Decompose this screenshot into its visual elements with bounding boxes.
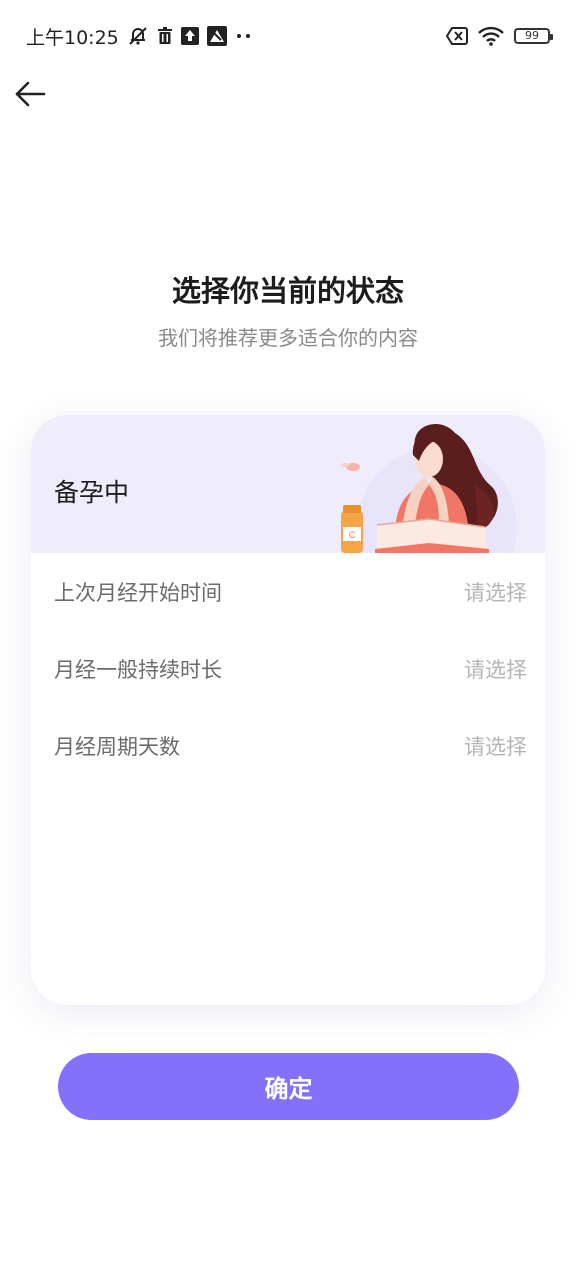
app-notification-icon [206,26,227,46]
status-bar-right: 99 [446,26,553,46]
field-value: 请选择 [464,734,527,759]
page-title: 选择你当前的状态 [171,274,404,308]
card-header[interactable]: 备孕中 C [31,415,545,553]
bell-off-icon [127,26,149,46]
svg-text:C: C [349,530,356,540]
status-bar: 上午10:25 99 [0,0,576,72]
woman-reading-illustration: C [341,424,517,553]
battery-icon: 99 [514,28,553,44]
more-dots-icon [235,32,253,40]
upload-icon [180,27,199,45]
wifi-icon [478,26,504,46]
sim-error-icon [446,27,468,45]
field-row-last-period-start[interactable]: 上次月经开始时间 请选择 [31,553,545,630]
field-label: 上次月经开始时间 [54,580,222,605]
field-label: 月经一般持续时长 [54,657,222,682]
field-row-cycle-days[interactable]: 月经周期天数 请选择 [31,707,545,784]
status-option-title: 备孕中 [54,478,130,507]
back-button[interactable] [10,72,50,116]
field-label: 月经周期天数 [54,734,180,759]
field-value: 请选择 [464,580,527,605]
field-row-period-duration[interactable]: 月经一般持续时长 请选择 [31,630,545,707]
page-subtitle: 我们将推荐更多适合你的内容 [158,326,418,350]
confirm-button[interactable]: 确定 [58,1053,519,1120]
status-time: 上午10:25 [26,26,119,49]
status-bar-left: 上午10:25 [26,23,253,50]
back-arrow-icon [15,81,46,107]
trash-icon [157,27,173,45]
status-card: 备孕中 C 上次月经开始时间 请选择 月经一般持续时长 请选择 月经周期天数 请… [31,415,545,1005]
field-value: 请选择 [464,657,527,682]
